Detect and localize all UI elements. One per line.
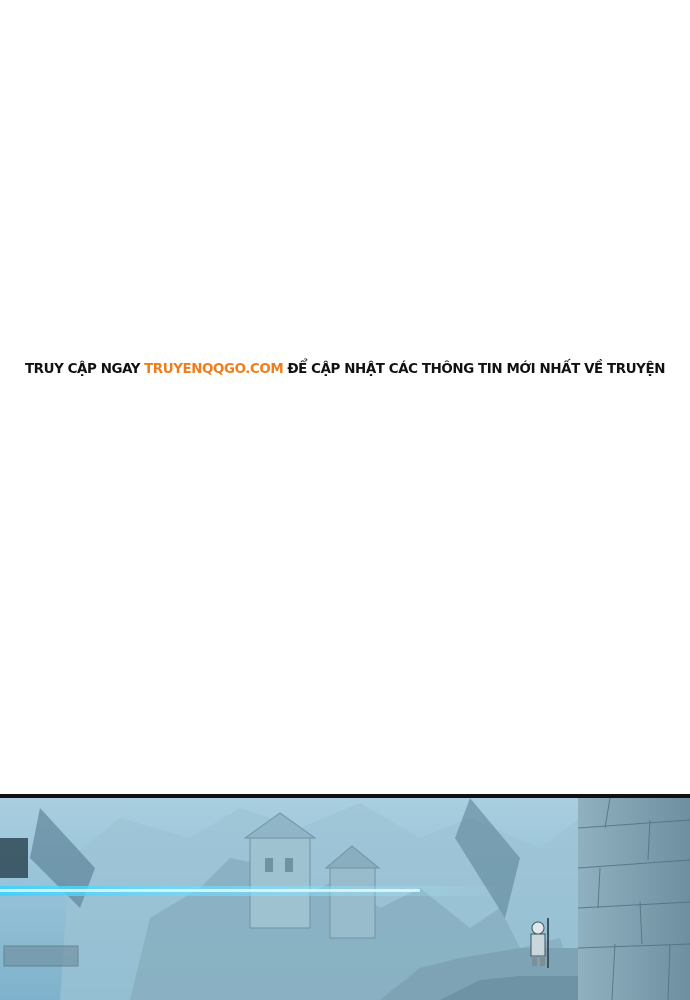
promo-notice: TRUY CẬP NGAY TRUYENQQGO.COM ĐỂ CẬP NHẬT…	[0, 356, 690, 382]
comic-panel	[0, 794, 690, 1000]
page: TRUY CẬP NGAY TRUYENQQGO.COM ĐỂ CẬP NHẬT…	[0, 0, 690, 1000]
notice-suffix: ĐỂ CẬP NHẬT CÁC THÔNG TIN MỚI NHẤT VỀ TR…	[287, 361, 666, 377]
notice-prefix: TRUY CẬP NGAY	[24, 361, 141, 377]
site-link[interactable]: TRUYENQQGO.COM	[144, 362, 284, 377]
castle-ruins-illustration	[0, 798, 690, 1000]
